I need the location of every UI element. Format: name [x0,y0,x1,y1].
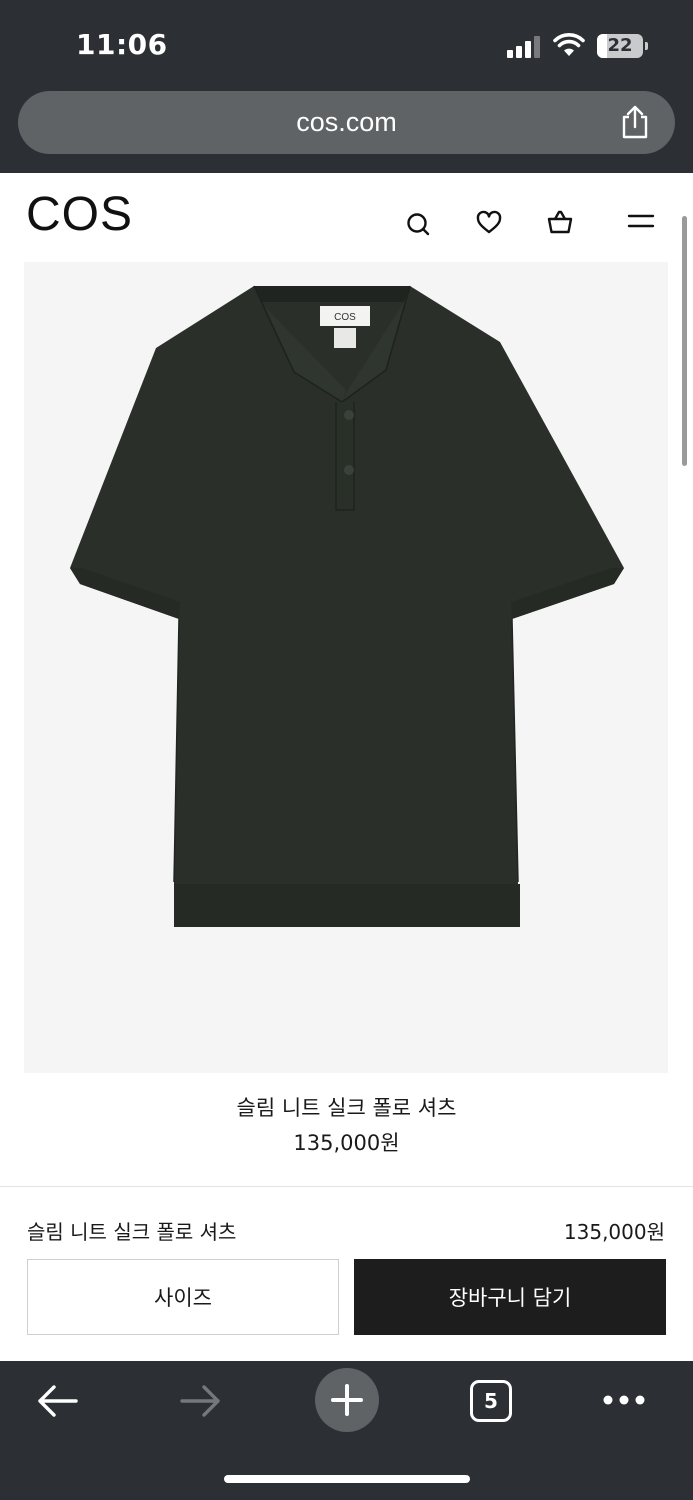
browser-top-bar: 11:06 22 cos.com [0,0,693,173]
address-bar[interactable]: cos.com [18,91,675,154]
polo-shirt-illustration: COS [70,285,624,927]
page-scrollbar[interactable] [682,216,687,466]
more-icon[interactable] [602,1394,646,1406]
bag-icon[interactable] [546,208,574,236]
wifi-icon [553,33,585,56]
product-price: 135,000원 [293,1131,400,1155]
buy-bar: 슬림 니트 실크 폴로 셔츠 135,000원 사이즈 장바구니 담기 [0,1186,693,1361]
home-indicator[interactable] [224,1475,470,1483]
browser-bottom-bar: 5 [0,1361,693,1500]
product-name[interactable]: 슬림 니트 실크 폴로 셔츠 [0,1092,693,1122]
battery-percent: 22 [607,35,633,56]
add-to-cart-button[interactable]: 장바구니 담기 [354,1259,666,1335]
signal-icon [507,36,541,58]
site-logo[interactable]: COS [26,187,133,242]
tabs-icon[interactable]: 5 [470,1380,512,1422]
back-arrow-icon[interactable] [36,1383,78,1419]
size-select-button[interactable]: 사이즈 [27,1259,339,1335]
buy-bar-product-name: 슬림 니트 실크 폴로 셔츠 [27,1220,237,1244]
share-icon[interactable] [619,105,651,139]
url-text[interactable]: cos.com [18,91,675,154]
plus-icon [331,1384,363,1416]
product-image[interactable]: COS [24,262,668,1073]
new-tab-button[interactable] [315,1368,379,1432]
buy-bar-price: 135,000원 [563,1220,665,1244]
heart-icon[interactable] [475,209,503,237]
forward-arrow-icon[interactable] [180,1383,222,1419]
battery-tip [645,42,648,50]
battery-icon: 22 [597,34,643,58]
status-time: 11:06 [76,28,168,61]
neck-label-text: COS [334,312,356,323]
search-icon[interactable] [404,210,432,238]
menu-icon[interactable] [627,208,655,236]
